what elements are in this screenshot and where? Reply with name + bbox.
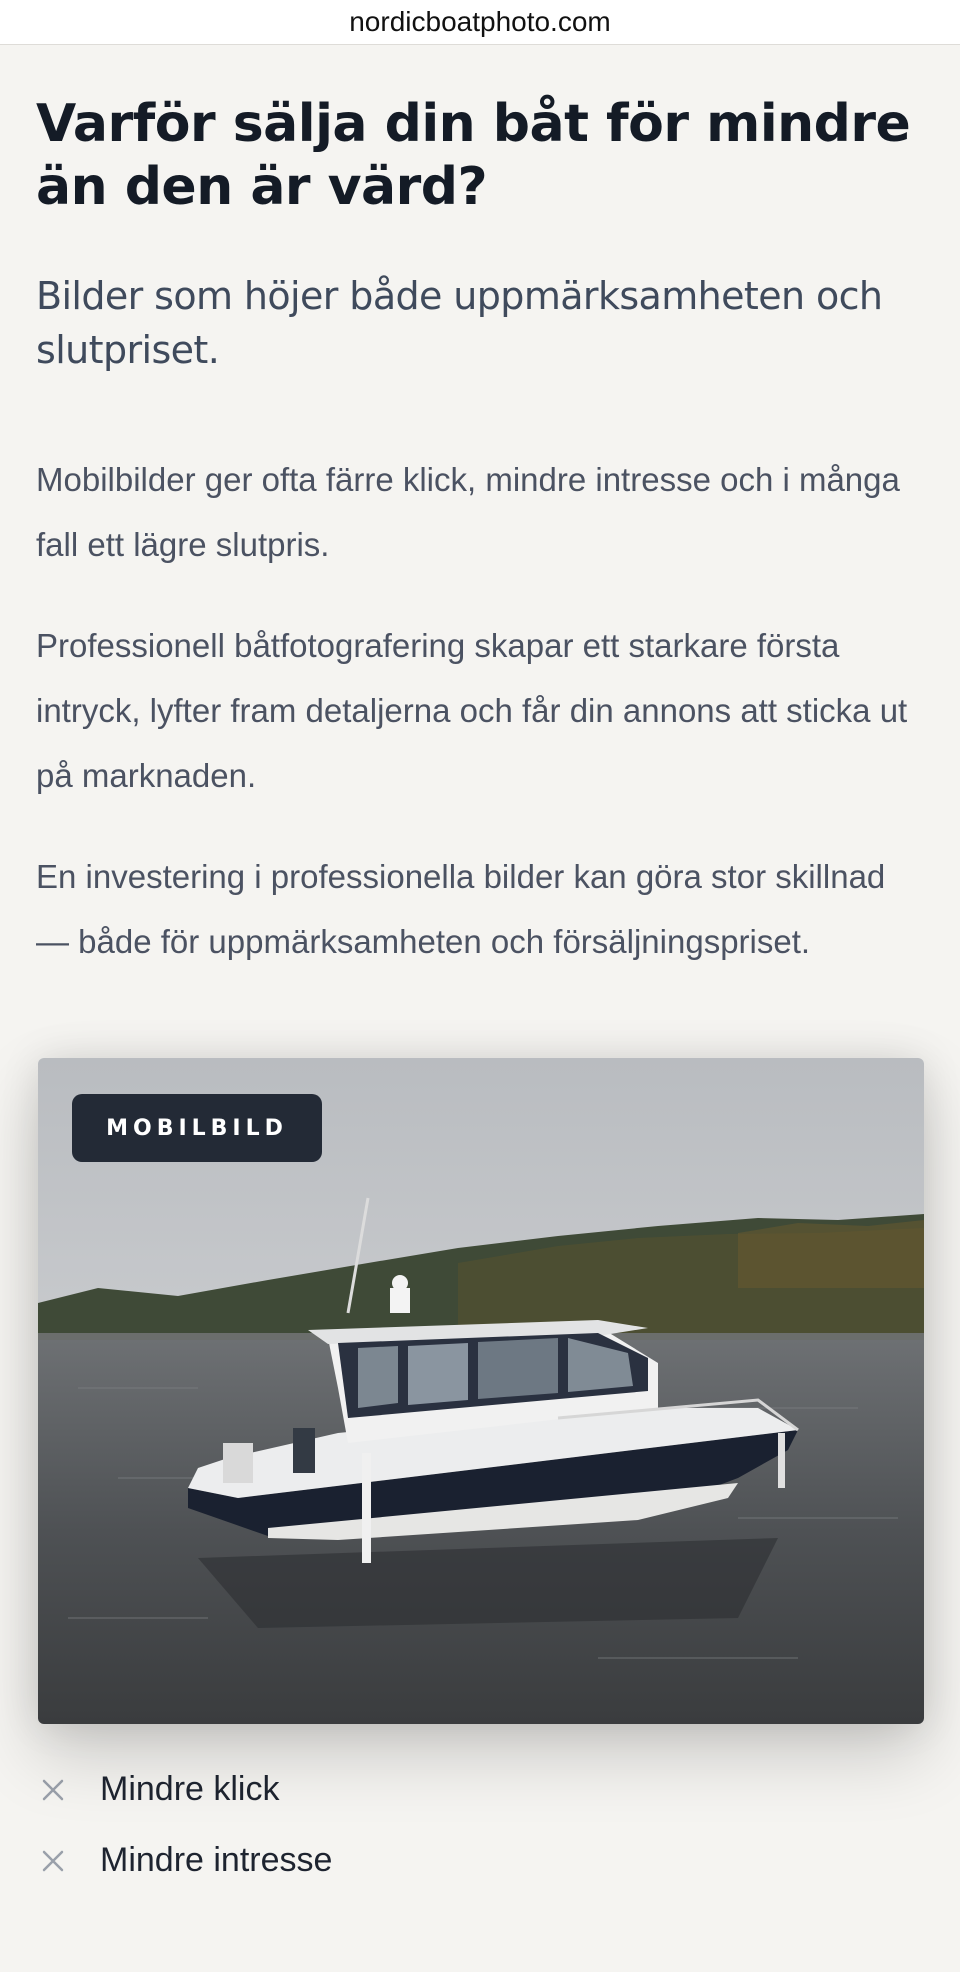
page-title: Varför sälja din båt för mindre än den ä…	[36, 94, 911, 217]
list-item: Mindre intresse	[36, 1825, 924, 1896]
browser-address-bar[interactable]: nordicboatphoto.com	[0, 0, 960, 45]
page-subtitle: Bilder som höjer både uppmärksamheten oc…	[36, 274, 883, 372]
list-item-label: Mindre klick	[100, 1770, 280, 1808]
mobile-photo-card: MOBILBILD	[38, 1058, 924, 1724]
drawbacks-list: Mindre klick Mindre intresse	[36, 1754, 924, 1896]
body-paragraph-1: Mobilbilder ger ofta färre klick, mindre…	[36, 461, 900, 563]
mobile-photo-badge: MOBILBILD	[72, 1094, 322, 1162]
url-text: nordicboatphoto.com	[349, 6, 611, 37]
list-item: Mindre klick	[36, 1754, 924, 1825]
body-paragraph-3: En investering i professionella bilder k…	[36, 858, 886, 960]
list-item-label: Mindre intresse	[100, 1841, 333, 1879]
x-icon	[36, 1848, 100, 1874]
body-paragraph-2: Professionell båtfotografering skapar et…	[36, 627, 908, 794]
x-icon	[36, 1777, 100, 1803]
main-content: Varför sälja din båt för mindre än den ä…	[0, 45, 960, 1896]
